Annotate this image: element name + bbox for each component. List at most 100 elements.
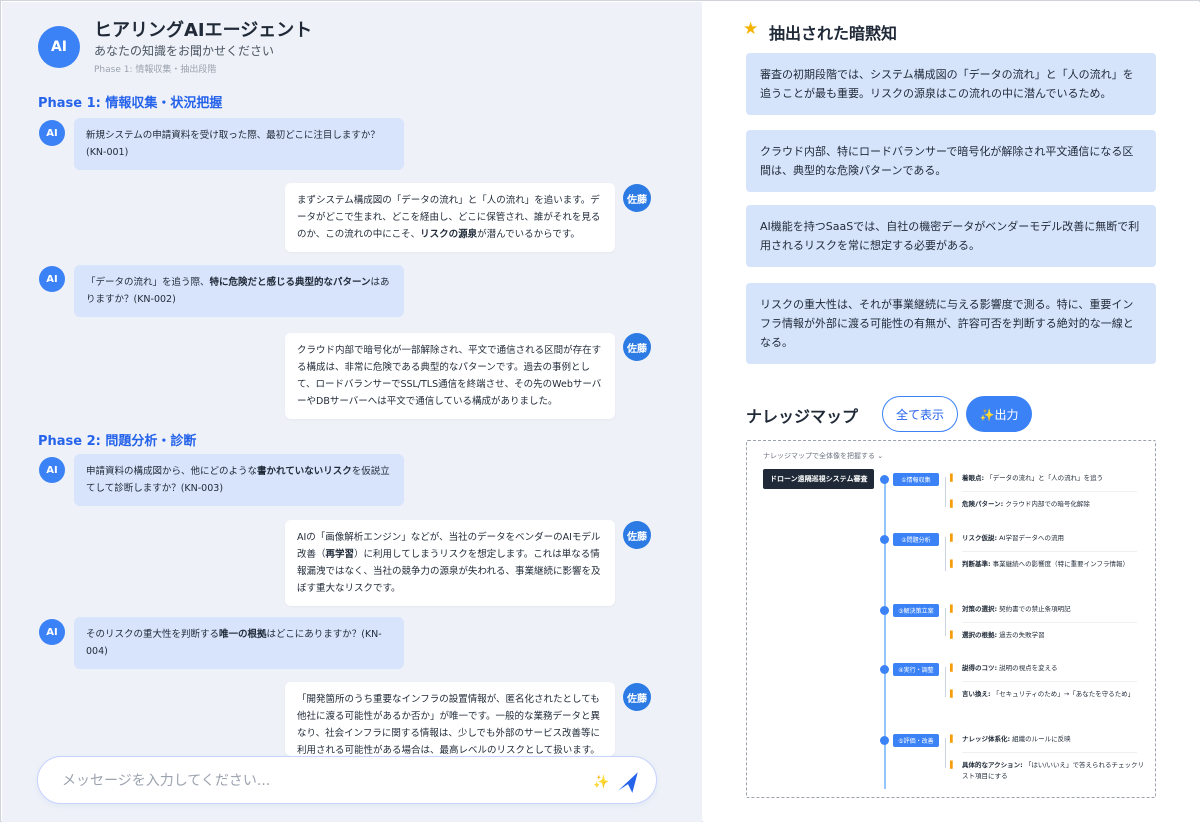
ai-question-bubble: 新規システムの申請資料を受け取った際、最初どこに注目しますか？(KN-001) [74, 118, 404, 170]
knowledge-map-branch [945, 738, 946, 768]
send-arrow-icon[interactable] [615, 769, 641, 795]
knowledge-map-branch [945, 667, 946, 697]
knowledge-title: 抽出された暗黙知 [769, 24, 898, 43]
current-phase-label: Phase 1: 情報収集・抽出段階 [94, 65, 217, 75]
knowledge-map-branch [945, 537, 946, 571]
knowledge-map-hint[interactable]: ナレッジマップで全体像を把握する ⌄ [763, 451, 883, 461]
knowledge-map-node-dot [880, 535, 889, 544]
leaf-key: 対策の選択: [962, 605, 998, 613]
ai-avatar: AI [39, 457, 65, 483]
answer-emphasis: リスクの源泉 [420, 229, 478, 240]
knowledge-map-node-dot [880, 606, 889, 615]
phase1-heading: Phase 1: 情報収集・状況把握 [38, 96, 223, 111]
message-composer: ✨ [37, 756, 657, 804]
answer-text: クラウド内部で暗号化が一部解除され、平文で通信される区間が存在する構成は、非常に… [297, 345, 602, 407]
knowledge-map-leaf[interactable]: ▌ 危険パターン: クラウド内部での暗号化解除 [950, 499, 1147, 510]
leaf-key: 危険パターン: [962, 500, 1004, 508]
knowledge-map-title: ナレッジマップ [746, 407, 859, 426]
leaf-value: AI学習データへの流用 [997, 534, 1065, 542]
leaf-key: 説得のコツ: [962, 664, 998, 672]
ai-avatar: AI [39, 619, 65, 645]
leaf-key: 着眼点: [962, 474, 985, 482]
knowledge-map-leaf[interactable]: ▌ リスク仮説: AI学習データへの流用 [950, 533, 1147, 544]
leaf-key: ナレッジ体系化: [962, 735, 1011, 743]
knowledge-card: クラウド内部、特にロードバランサーで暗号化が解除され平文通信になる区間は、典型的… [746, 130, 1156, 192]
question-text: 「データの流れ」を追う際、 [86, 277, 210, 288]
knowledge-map-leaf[interactable]: ▌ ナレッジ体系化: 組織のルールに反映 [950, 734, 1147, 745]
phase2-heading: Phase 2: 問題分析・診断 [38, 434, 197, 449]
user-avatar: 佐藤 [623, 184, 651, 212]
ai-avatar: AI [39, 120, 65, 146]
leaf-divider [962, 491, 1137, 492]
knowledge-map-leaf[interactable]: ▌ 具体的なアクション: 「はい/いいえ」で答えられるチェックリスト項目にする [950, 760, 1147, 782]
answer-text: 「開発箇所のうち重要なインフラの設置情報が、匿名化されたとしても他社に渡る可能性… [297, 694, 601, 756]
leaf-divider [962, 622, 1137, 623]
user-avatar: 佐藤 [623, 683, 651, 711]
message-input[interactable] [62, 770, 562, 792]
agent-title: ヒアリングAIエージェント [94, 20, 313, 41]
knowledge-map-node[interactable]: ②問題分析 [893, 533, 939, 546]
leaf-divider [962, 551, 1137, 552]
output-button[interactable]: ✨出力 [966, 396, 1032, 432]
leaf-value: 過去の失敗学習 [997, 631, 1045, 639]
question-emphasis: 書かれていないリスク [257, 466, 352, 477]
leaf-divider [962, 681, 1137, 682]
knowledge-map-leaf[interactable]: ▌ 言い換え: 「セキュリティのため」→「あなたを守るため」 [950, 689, 1147, 700]
user-answer-bubble: 「開発箇所のうち重要なインフラの設置情報が、匿名化されたとしても他社に渡る可能性… [285, 682, 615, 756]
user-answer-bubble: AIの「画像解析エンジン」などが、当社のデータをベンダーのAIモデル改善（再学習… [285, 520, 615, 606]
ai-question-bubble: 申請資料の構成図から、他にどのような書かれていないリスクを仮説立てして診断します… [74, 454, 404, 506]
leaf-value: 事業継続への影響度（特に重要インフラ情報） [990, 560, 1129, 568]
show-all-button[interactable]: 全て表示 [882, 396, 958, 432]
leaf-value: 「セキュリティのため」→「あなたを守るため」 [990, 690, 1135, 698]
knowledge-map-leaf[interactable]: ▌ 判断基準: 事業継続への影響度（特に重要インフラ情報） [950, 559, 1147, 570]
leaf-key: リスク仮説: [962, 534, 998, 542]
knowledge-map-node[interactable]: ④実行・調整 [893, 663, 939, 676]
answer-emphasis: 再学習 [325, 549, 355, 560]
ai-avatar: AI [39, 266, 65, 292]
leaf-key: 言い換え: [962, 690, 991, 698]
answer-text-tail: が潜んでいるからです。 [477, 229, 580, 240]
question-text: 申請資料の構成図から、他にどのような [86, 466, 258, 477]
app-window: AI ヒアリングAIエージェント あなたの知識をお聞かせください Phase 1… [0, 0, 1200, 822]
knowledge-map-node[interactable]: ⑤評価・改善 [893, 734, 939, 747]
ai-question-bubble: そのリスクの重大性を判断する唯一の根拠はどこにありますか？(KN-004) [74, 617, 404, 669]
ai-question-bubble: 「データの流れ」を追う際、特に危険だと感じる典型的なパターンはありますか？(KN… [74, 265, 404, 317]
user-avatar: 佐藤 [623, 521, 651, 549]
knowledge-card: AI機能を持つSaaSでは、自社の機密データがベンダーモデル改善に無断で利用され… [746, 205, 1156, 267]
leaf-value: 説明の視点を変える [997, 664, 1058, 672]
knowledge-map-node[interactable]: ①情報収集 [893, 473, 939, 486]
leaf-key: 判断基準: [962, 560, 991, 568]
knowledge-map-leaf[interactable]: ▌ 説得のコツ: 説明の視点を変える [950, 663, 1147, 674]
knowledge-card: リスクの重大性は、それが事業継続に与える影響度で測る。特に、重要インフラ情報が外… [746, 283, 1156, 364]
user-answer-bubble: まずシステム構成図の「データの流れ」と「人の流れ」を追います。データがどこで生ま… [285, 183, 615, 252]
knowledge-map-root[interactable]: ドローン遠隔巡視システム審査 [763, 469, 875, 489]
leaf-key: 選択の根拠: [962, 631, 998, 639]
sparkle-icon[interactable]: ✨ [593, 775, 609, 790]
ai-agent-avatar: AI [38, 26, 80, 68]
knowledge-map-branch [945, 608, 946, 636]
leaf-value: 契約書での禁止条項明記 [997, 605, 1071, 613]
chat-panel: AI ヒアリングAIエージェント あなたの知識をお聞かせください Phase 1… [2, 2, 702, 822]
leaf-divider [962, 752, 1137, 753]
knowledge-map-canvas: ナレッジマップで全体像を把握する ⌄ ドローン遠隔巡視システム審査 ①情報収集 … [746, 440, 1156, 798]
knowledge-map-node-dot [880, 475, 889, 484]
question-text: 新規システムの申請資料を受け取った際、最初どこに注目しますか？(KN-001) [86, 130, 380, 158]
knowledge-map-node[interactable]: ③解決策立案 [893, 604, 939, 617]
question-emphasis: 唯一の根拠 [219, 629, 267, 640]
knowledge-map-leaf[interactable]: ▌ 選択の根拠: 過去の失敗学習 [950, 630, 1147, 641]
knowledge-panel: ★ 抽出された暗黙知 審査の初期段階では、システム構成図の「データの流れ」と「人… [703, 2, 1200, 822]
question-emphasis: 特に危険だと感じる典型的なパターン [209, 277, 371, 288]
question-text: そのリスクの重大性を判断する [86, 629, 220, 640]
agent-subtitle: あなたの知識をお聞かせください [94, 44, 275, 58]
knowledge-map-node-dot [880, 736, 889, 745]
knowledge-map-node-dot [880, 665, 889, 674]
leaf-key: 具体的なアクション: [962, 761, 1023, 769]
leaf-value: 組織のルールに反映 [1010, 735, 1071, 743]
user-avatar: 佐藤 [623, 333, 651, 361]
knowledge-card: 審査の初期段階では、システム構成図の「データの流れ」と「人の流れ」を追うことが最… [746, 53, 1156, 115]
knowledge-map-branch [945, 477, 946, 507]
leaf-value: 「データの流れ」と「人の流れ」を追う [984, 474, 1104, 482]
knowledge-map-leaf[interactable]: ▌ 対策の選択: 契約書での禁止条項明記 [950, 604, 1147, 615]
knowledge-map-leaf[interactable]: ▌ 着眼点: 「データの流れ」と「人の流れ」を追う [950, 473, 1147, 484]
star-icon: ★ [743, 19, 759, 39]
